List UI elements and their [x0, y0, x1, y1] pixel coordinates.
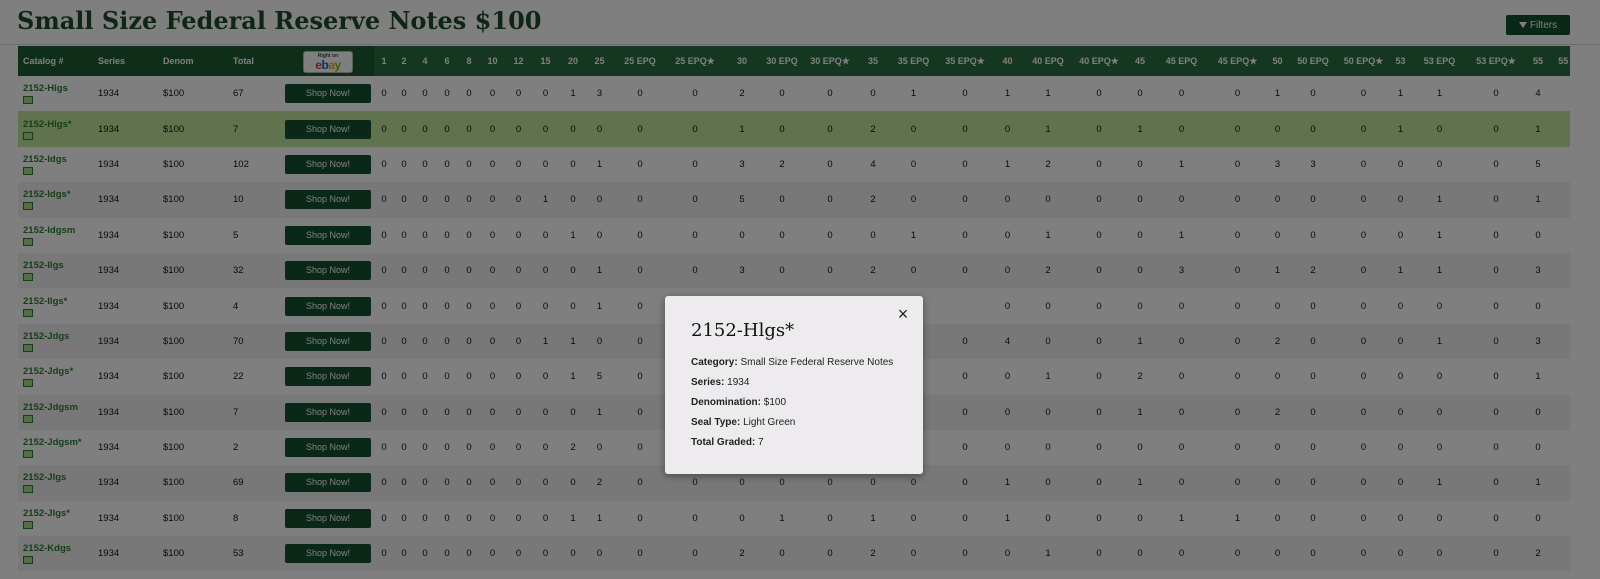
modal-field-label: Seal Type: [691, 417, 741, 428]
modal-field-value: Small Size Federal Reserve Notes [740, 357, 894, 368]
modal-fields: Category: Small Size Federal Reserve Not… [691, 353, 923, 453]
modal-field: Category: Small Size Federal Reserve Not… [691, 353, 923, 373]
modal-backdrop[interactable] [0, 0, 1600, 579]
modal-field: Denomination: $100 [691, 393, 923, 413]
modal-field-value: 1934 [727, 377, 750, 388]
modal-field-label: Total Graded: [691, 437, 756, 448]
modal-field: Seal Type: Light Green [691, 413, 923, 433]
modal-field: Series: 1934 [691, 373, 923, 393]
close-icon[interactable]: × [895, 305, 911, 323]
modal-field-value: $100 [763, 397, 787, 408]
modal-field-value: Light Green [743, 417, 796, 428]
modal-field-label: Denomination: [691, 397, 761, 408]
modal-field: Total Graded: 7 [691, 433, 923, 453]
modal-title: 2152-Hlgs* [691, 320, 795, 341]
page: Small Size Federal Reserve Notes $100 Fi… [0, 0, 1600, 579]
modal-field-label: Category: [691, 357, 738, 368]
note-detail-modal: × 2152-Hlgs* Category: Small Size Federa… [665, 296, 923, 474]
modal-field-label: Series: [691, 377, 725, 388]
modal-field-value: 7 [758, 437, 764, 448]
